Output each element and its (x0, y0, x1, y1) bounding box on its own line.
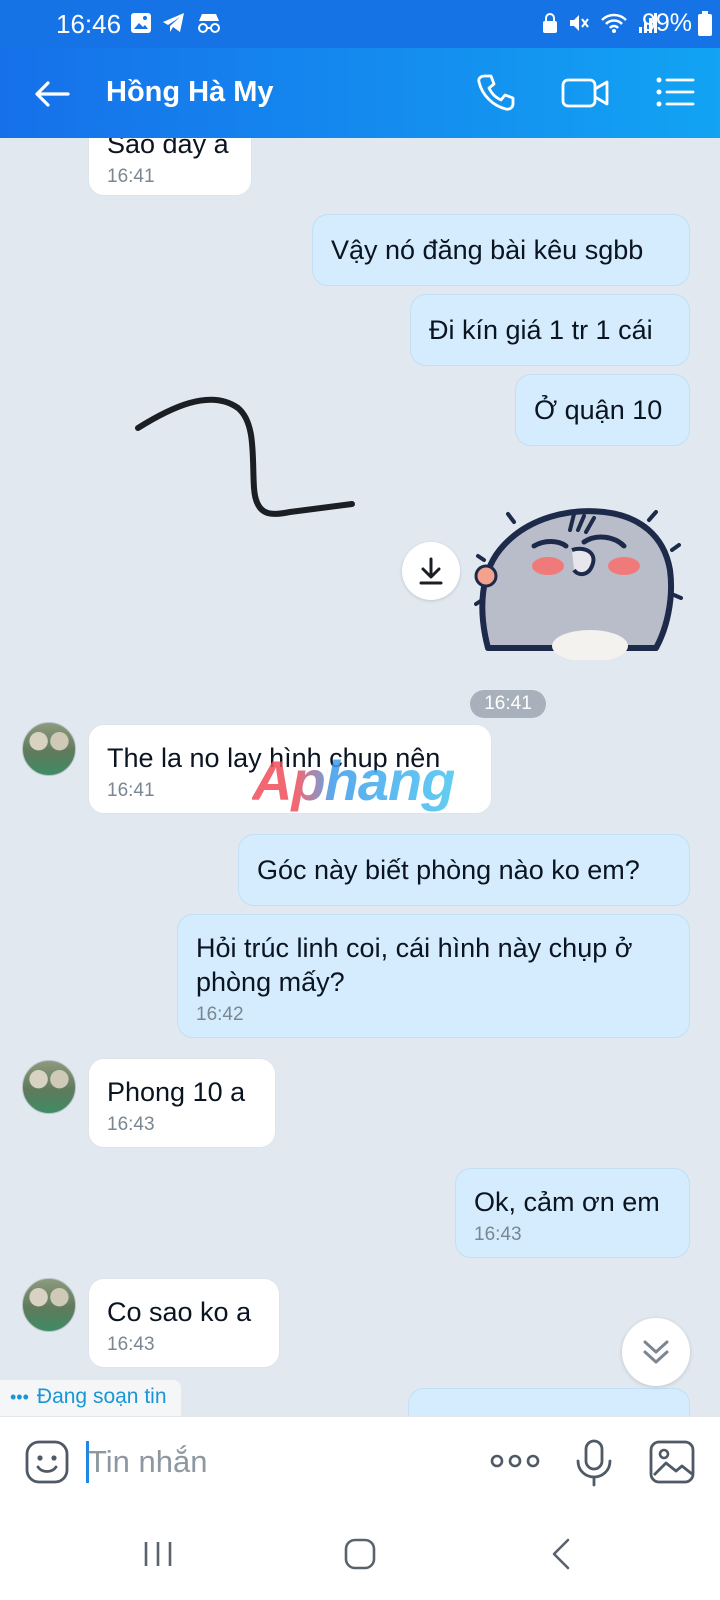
gallery-icon (131, 13, 151, 33)
message-time: 16:43 (107, 1334, 155, 1355)
message-text: Ở quận 10 (534, 395, 663, 425)
microphone-icon[interactable] (572, 1439, 616, 1487)
contact-avatar[interactable] (22, 1278, 76, 1332)
message-text: Góc này biết phòng nào ko em? (257, 855, 640, 885)
message-text: Sao day a (107, 138, 229, 159)
message-bubble-outgoing[interactable]: Hỏi trúc linh coi, cái hình này chụp ở p… (177, 914, 690, 1038)
contact-avatar[interactable] (22, 722, 76, 776)
battery-icon (698, 11, 712, 36)
typing-indicator: ••• Đang soạn tin (0, 1380, 181, 1416)
scribble-drawing (135, 396, 355, 517)
status-left-icons (130, 12, 222, 34)
lock-icon (543, 13, 557, 33)
back-arrow-icon[interactable] (32, 74, 72, 114)
home-icon[interactable] (340, 1534, 380, 1574)
contact-avatar[interactable] (22, 1060, 76, 1114)
message-bubble-outgoing[interactable]: Vậy nó đăng bài kêu sgbb (312, 214, 690, 286)
message-bubble-incoming[interactable]: Co sao ko a 16:43 (88, 1278, 280, 1368)
incognito-icon (198, 14, 220, 33)
message-bubble-outgoing[interactable]: Góc này biết phòng nào ko em? (238, 834, 690, 906)
message-text: Co sao ko a (107, 1297, 252, 1327)
message-time: 16:43 (474, 1224, 522, 1245)
message-text: Ok, cảm ơn em (474, 1187, 660, 1217)
status-bar: 16:46 99% (0, 0, 720, 48)
typing-dots-icon: ••• (10, 1387, 29, 1407)
sticker-emoji-icon[interactable] (24, 1439, 70, 1485)
system-back-icon[interactable] (542, 1534, 582, 1574)
double-chevron-down-icon (643, 1340, 669, 1364)
scroll-to-bottom-button[interactable] (622, 1318, 690, 1386)
recent-apps-icon[interactable] (138, 1534, 178, 1574)
telegram-icon (163, 13, 184, 32)
message-text: Đi kín giá 1 tr 1 cái (429, 315, 653, 345)
timestamp-chip: 16:41 (470, 690, 546, 718)
system-navigation-bar (0, 1506, 720, 1600)
status-right-icons (542, 12, 658, 34)
message-text: Vậy nó đăng bài kêu sgbb (331, 235, 644, 265)
message-input[interactable] (88, 1441, 468, 1483)
message-bubble-outgoing[interactable] (408, 1388, 690, 1416)
chat-header: Hồng Hà My (0, 48, 720, 138)
phone-icon[interactable] (476, 72, 516, 112)
message-bubble-outgoing[interactable]: Ok, cảm ơn em 16:43 (455, 1168, 690, 1258)
video-call-icon[interactable] (561, 72, 609, 112)
message-list[interactable]: Sao day a 16:41 Vậy nó đăng bài kêu sgbb… (0, 138, 720, 1416)
message-bubble-incoming[interactable]: Sao day a 16:41 (88, 138, 252, 196)
contact-name[interactable]: Hồng Hà My (106, 76, 274, 109)
more-options-icon[interactable] (490, 1449, 540, 1473)
download-button[interactable] (402, 542, 460, 600)
wifi-icon (601, 13, 627, 33)
message-composer (0, 1416, 720, 1506)
message-time: 16:42 (196, 1004, 244, 1025)
watermark-logo: Aphang (252, 749, 455, 812)
message-bubble-outgoing[interactable]: Đi kín giá 1 tr 1 cái (410, 294, 690, 366)
sticker-image[interactable] (474, 500, 684, 660)
battery-level: 99% (641, 9, 692, 37)
message-bubble-outgoing[interactable]: Ở quận 10 (515, 374, 690, 446)
menu-list-icon[interactable] (655, 72, 695, 112)
message-time: 16:43 (107, 1114, 155, 1135)
status-time: 16:46 (56, 9, 122, 39)
message-time: 16:41 (107, 166, 155, 187)
download-icon (419, 557, 443, 585)
message-text: Phong 10 a (107, 1077, 246, 1107)
message-bubble-incoming[interactable]: Phong 10 a 16:43 (88, 1058, 276, 1148)
message-text: Hỏi trúc linh coi, cái hình này chụp ở p… (196, 933, 633, 997)
mute-icon (570, 15, 589, 31)
gallery-image-icon[interactable] (648, 1439, 696, 1485)
typing-text: Đang soạn tin (36, 1385, 167, 1408)
